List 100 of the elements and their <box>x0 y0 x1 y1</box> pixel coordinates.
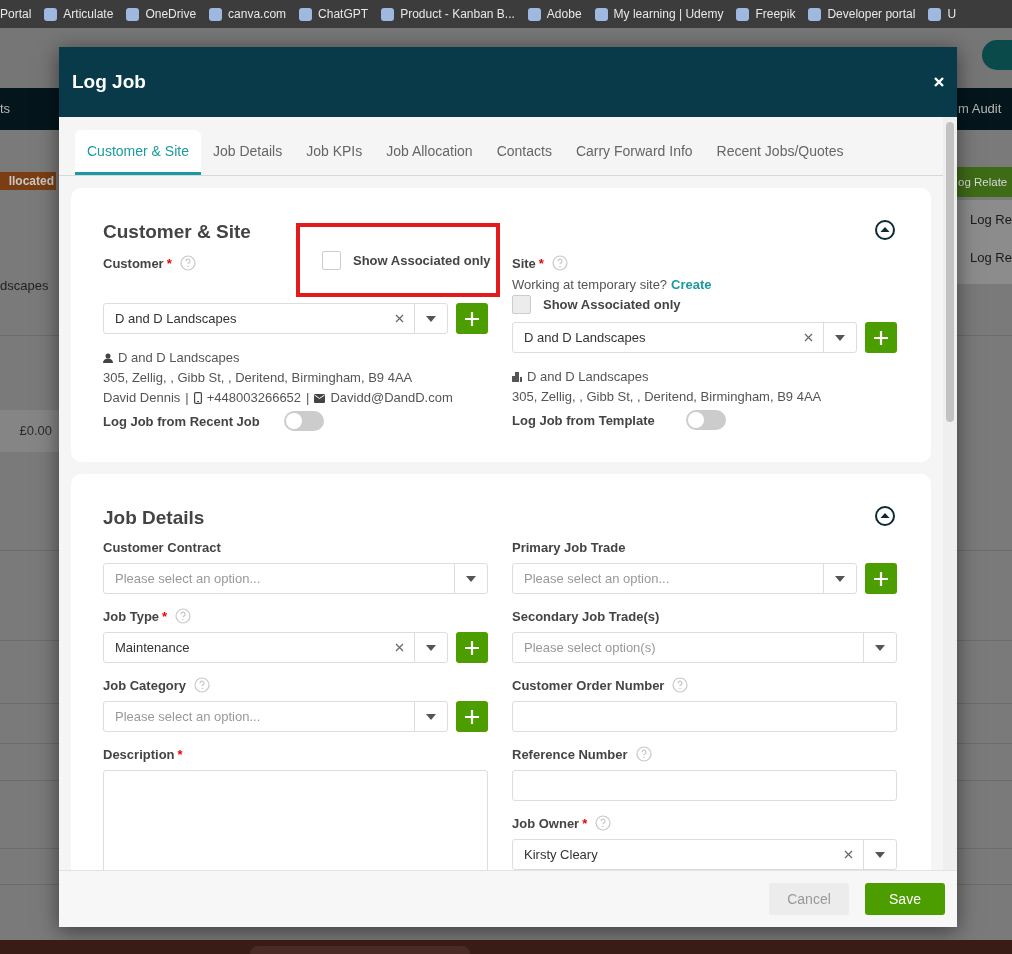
building-icon <box>512 372 522 382</box>
help-icon[interactable] <box>194 677 211 693</box>
plus-icon <box>873 570 889 587</box>
menu-item[interactable]: Log Re <box>970 250 1012 265</box>
plus-icon <box>464 310 480 327</box>
avatar-icon[interactable] <box>982 40 1012 70</box>
bookmark-link[interactable]: ChatGPT <box>299 7 369 21</box>
bookmark-icon <box>527 7 541 21</box>
select-field[interactable]: D and D Landscapes <box>512 322 857 353</box>
bookmark-link[interactable]: My learning | Udemy <box>594 7 724 21</box>
bookmark-link[interactable]: canva.com <box>209 7 287 21</box>
field-label: Secondary Job Trade(s) <box>512 608 660 624</box>
help-icon[interactable] <box>595 815 612 831</box>
customer-text: dscapes <box>0 278 49 293</box>
select-field[interactable]: D and D Landscapes <box>103 303 448 334</box>
checkbox[interactable] <box>322 250 341 270</box>
section-title: Job Details <box>103 506 206 530</box>
field-label: Site <box>512 255 536 271</box>
contact-text: David Dennis <box>103 389 181 407</box>
caret-icon <box>875 851 885 858</box>
bookmark-link[interactable]: OneDrive <box>126 7 197 21</box>
bookmark-icon <box>928 7 942 21</box>
tab[interactable]: Contacts <box>484 130 564 175</box>
field-label: Customer Contract <box>103 539 221 555</box>
action-button[interactable]: og Relate <box>957 167 1012 197</box>
caret-icon <box>466 575 476 582</box>
add-button[interactable] <box>456 632 488 663</box>
mail-icon <box>314 393 326 403</box>
field-label: Job Owner <box>512 815 580 831</box>
help-icon[interactable] <box>175 608 192 624</box>
caret-icon <box>426 713 436 720</box>
bookmark-link[interactable]: U <box>928 7 957 21</box>
menu-item[interactable]: Log Re <box>970 212 1012 227</box>
tab[interactable]: Recent Jobs/Quotes <box>704 130 856 175</box>
address-text: 305, Zellig, , Gibb St, , Deritend, Birmingham, B9 4AA <box>512 388 822 406</box>
field-label: Job Type <box>103 608 160 624</box>
required-mark: * <box>177 746 183 762</box>
input-field[interactable] <box>512 770 897 801</box>
bookmark-icon <box>126 7 140 21</box>
plus-icon <box>873 329 889 346</box>
select-field[interactable]: Kirsty Cleary <box>512 839 897 870</box>
field-label: Reference Number <box>512 746 628 762</box>
prompt-text: Working at temporary site? <box>512 276 668 292</box>
contact-text: | <box>306 389 310 407</box>
nav-item[interactable]: ts <box>0 101 11 116</box>
help-icon[interactable] <box>635 746 652 762</box>
collapse-icon[interactable] <box>875 220 895 240</box>
tab[interactable]: Job KPIs <box>294 130 375 175</box>
collapse-icon[interactable] <box>875 506 895 526</box>
help-icon[interactable] <box>551 255 568 271</box>
toggle-switch[interactable] <box>686 410 726 430</box>
plus-icon <box>464 708 480 725</box>
clear-icon[interactable] <box>394 643 404 652</box>
caret-icon <box>835 575 845 582</box>
bookmark-link[interactable]: Adobe <box>527 7 582 21</box>
bookmark-link[interactable]: Product - Kanban B... <box>381 7 515 21</box>
site-name: D and D Landscapes <box>527 368 649 386</box>
clear-icon[interactable] <box>394 314 404 323</box>
scrollbar-thumb[interactable] <box>946 122 954 422</box>
caret-icon <box>426 644 436 651</box>
person-icon <box>103 353 113 363</box>
clear-icon[interactable] <box>843 850 853 859</box>
clear-icon[interactable] <box>803 333 813 342</box>
section-title: Customer & Site <box>103 220 251 244</box>
required-mark: * <box>538 255 544 271</box>
bookmark-icon <box>44 7 58 21</box>
add-button[interactable] <box>865 322 897 353</box>
status-badge: llocated <box>0 172 56 190</box>
toggle-switch[interactable] <box>283 411 324 431</box>
select-field[interactable]: Maintenance <box>103 632 448 663</box>
add-button[interactable] <box>456 303 488 334</box>
tab[interactable]: Job Allocation <box>374 130 485 175</box>
input-field[interactable] <box>512 701 897 732</box>
tab[interactable]: Carry Forward Info <box>563 130 705 175</box>
contact-text: | <box>185 389 189 407</box>
field-label: Customer <box>103 255 164 271</box>
tab[interactable]: Customer & Site <box>75 130 201 175</box>
checkbox-label[interactable]: Show Associated only <box>353 252 491 268</box>
caret-icon <box>875 644 885 651</box>
bookmark-link[interactable]: Portal <box>0 7 32 21</box>
toggle-label: Log Job from Template <box>512 412 656 428</box>
phone-number: +448003266652 <box>206 389 302 407</box>
help-icon[interactable] <box>672 677 689 693</box>
nav-item[interactable]: m Audit <box>958 101 1002 116</box>
field-label: Job Category <box>103 677 187 693</box>
phone-icon <box>193 392 202 404</box>
bookmark-link[interactable]: Articulate <box>44 7 114 21</box>
bookmark-icon <box>736 7 750 21</box>
add-button[interactable] <box>865 563 897 594</box>
add-button[interactable] <box>456 701 488 732</box>
address-text: 305, Zellig, , Gibb St, , Deritend, Birmingham, B9 4AA <box>103 369 413 387</box>
customer-name: D and D Landscapes <box>118 349 240 367</box>
field-label: Primary Job Trade <box>512 539 626 555</box>
plus-icon <box>464 639 480 656</box>
caret-icon <box>835 334 845 341</box>
tab[interactable]: Job Details <box>200 130 295 175</box>
bookmark-link[interactable]: Freepik <box>736 7 796 21</box>
help-icon[interactable] <box>179 255 196 271</box>
close-icon[interactable] <box>934 77 944 87</box>
bookmark-link[interactable]: Developer portal <box>808 7 916 21</box>
